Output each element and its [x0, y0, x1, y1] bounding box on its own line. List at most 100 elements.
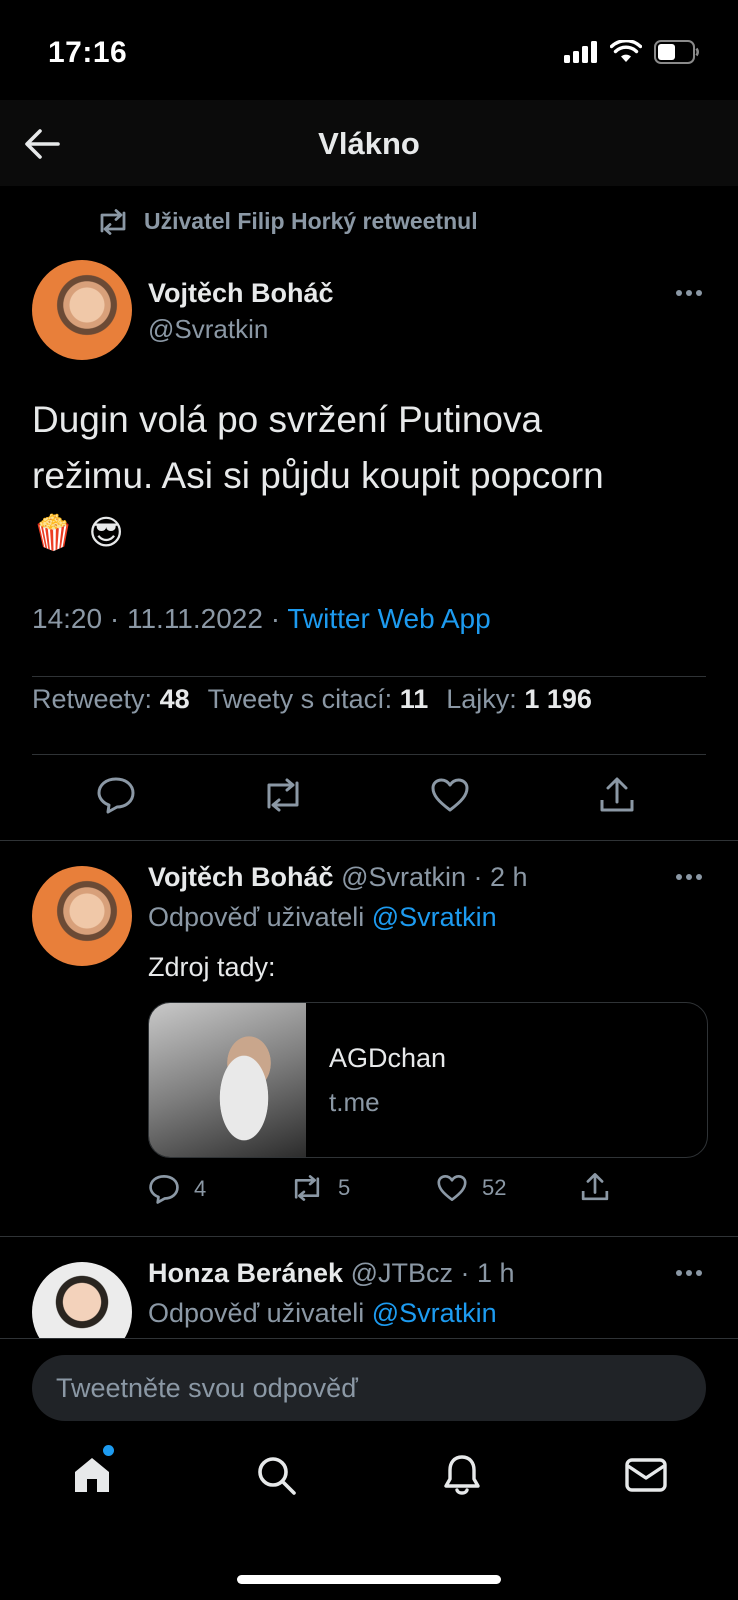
reply-time: · 2 h: [473, 862, 528, 892]
link-card[interactable]: AGDchan t.me: [148, 1002, 708, 1158]
reply-to-label: Odpověď uživateli: [148, 1298, 365, 1328]
reply-author-name[interactable]: Honza Beránek: [148, 1258, 343, 1288]
more-icon: [676, 874, 682, 880]
more-options-button[interactable]: [676, 874, 702, 880]
reply-author-handle[interactable]: @JTBcz: [351, 1258, 453, 1288]
retweets-count: 48: [159, 684, 190, 714]
retweet-icon: [294, 1175, 320, 1201]
wifi-icon: [610, 40, 642, 62]
home-icon: [75, 1458, 109, 1492]
reply-author-handle[interactable]: @Svratkin: [341, 862, 466, 892]
likes-label: Lajky:: [446, 684, 517, 714]
quotes-label: Tweety s citací:: [207, 684, 393, 714]
sunglasses-emoji: 😎: [88, 514, 124, 552]
reply-time: · 1 h: [460, 1258, 515, 1288]
tab-messages[interactable]: [616, 1445, 676, 1505]
link-card-image: [149, 1003, 306, 1157]
reply-header: Vojtěch Boháč @Svratkin · 2 h: [148, 862, 528, 893]
avatar[interactable]: [32, 260, 132, 360]
quotes-count: 11: [399, 684, 429, 714]
retweets-stat[interactable]: Retweety: 48: [32, 684, 190, 715]
reply-header: Honza Beránek @JTBcz · 1 h: [148, 1258, 515, 1289]
tab-search[interactable]: [246, 1445, 306, 1505]
tweet-text-line: režimu. Asi si půjdu koupit popcorn: [32, 455, 604, 496]
retweet-context-label: Uživatel Filip Horký retweetnul: [144, 208, 478, 234]
notification-dot: [103, 1445, 114, 1456]
bell-icon: [444, 1455, 480, 1495]
author-handle[interactable]: @Svratkin: [148, 314, 268, 345]
tweet-source-link[interactable]: Twitter Web App: [287, 603, 490, 634]
bottom-bar: Tweetněte svou odpověď: [0, 1338, 738, 1600]
reply-button[interactable]: 4: [148, 1174, 206, 1204]
retweet-button[interactable]: [258, 770, 308, 820]
screen: 17:16 Vlákno Uživatel Filip Horký retwee…: [0, 0, 738, 1600]
reply-icon: [97, 777, 135, 814]
status-time: 17:16: [48, 36, 128, 69]
link-card-domain: t.me: [329, 1087, 380, 1117]
divider: [32, 676, 706, 677]
reply-to-line: Odpověď uživateli @Svratkin: [148, 902, 497, 933]
retweet-count: 5: [338, 1175, 351, 1200]
search-icon: [258, 1457, 296, 1495]
link-card-title: AGDchan: [329, 1043, 447, 1073]
retweets-label: Retweety:: [32, 684, 153, 714]
home-indicator: [237, 1575, 501, 1584]
share-icon: [600, 777, 634, 812]
meta-separator: ·: [270, 603, 281, 634]
meta-separator: ·: [109, 603, 120, 634]
retweet-icon: [100, 208, 126, 235]
like-count: 52: [482, 1175, 507, 1200]
tab-notifications[interactable]: [432, 1445, 492, 1505]
share-button[interactable]: [592, 770, 642, 820]
tweet-emojis: 🍿 😎: [32, 504, 712, 561]
retweet-icon: [267, 778, 299, 812]
reply-to-handle[interactable]: @Svratkin: [372, 902, 497, 932]
quotes-stat[interactable]: Tweety s citací: 11: [208, 684, 429, 715]
tweet-stats: Retweety: 48 Tweety s citací: 11 Lajky: …: [32, 684, 592, 715]
reply-input[interactable]: Tweetněte svou odpověď: [32, 1355, 706, 1421]
reply-to-line: Odpověď uživateli @Svratkin: [148, 1298, 497, 1329]
reply-to-handle[interactable]: @Svratkin: [372, 1298, 497, 1328]
like-icon: [437, 1175, 467, 1201]
tweet-meta: 14:20 · 11.11.2022 · Twitter Web App: [32, 603, 491, 635]
page-title: Vlákno: [318, 126, 420, 161]
tweet-actions: [0, 770, 738, 830]
share-icon: [581, 1173, 609, 1201]
like-button[interactable]: 52: [436, 1174, 506, 1202]
more-icon: [676, 290, 682, 296]
avatar[interactable]: [32, 866, 132, 966]
battery-icon: [654, 40, 699, 64]
retweet-button[interactable]: 5: [290, 1174, 350, 1202]
mail-icon: [625, 1458, 667, 1492]
reply-author-name[interactable]: Vojtěch Boháč: [148, 862, 334, 892]
tweet-text: Dugin volá po svržení Putinova režimu. A…: [32, 392, 712, 561]
divider: [32, 754, 706, 755]
more-icon: [676, 1270, 682, 1276]
divider: [0, 840, 738, 841]
author-name[interactable]: Vojtěch Boháč: [148, 278, 334, 309]
reply-to-label: Odpověď uživateli: [148, 902, 365, 932]
tweet-time: 14:20: [32, 603, 103, 634]
signal-icon: [564, 41, 597, 63]
tweet-date: 11.11.2022: [126, 603, 263, 634]
likes-stat[interactable]: Lajky: 1 196: [446, 684, 592, 715]
reply-text: Zdroj tady:: [148, 952, 276, 982]
status-bar: 17:16: [0, 0, 738, 100]
share-button[interactable]: [580, 1172, 610, 1202]
reply-icon: [149, 1175, 179, 1204]
tab-home[interactable]: [62, 1445, 122, 1505]
reply-count: 4: [194, 1176, 207, 1201]
like-icon: [431, 778, 469, 812]
retweet-context[interactable]: Uživatel Filip Horký retweetnul: [96, 208, 478, 235]
tab-bar: [0, 1445, 738, 1525]
more-options-button[interactable]: [676, 290, 702, 296]
reply-button[interactable]: [91, 770, 141, 820]
reply-actions: 4 5 52: [148, 1172, 618, 1212]
likes-count: 1 196: [524, 684, 592, 714]
like-button[interactable]: [425, 770, 475, 820]
more-options-button[interactable]: [676, 1270, 702, 1276]
popcorn-emoji: 🍿: [32, 514, 75, 552]
tweet-text-line: Dugin volá po svržení Putinova: [32, 399, 543, 440]
divider: [0, 1236, 738, 1237]
header: Vlákno: [0, 100, 738, 186]
